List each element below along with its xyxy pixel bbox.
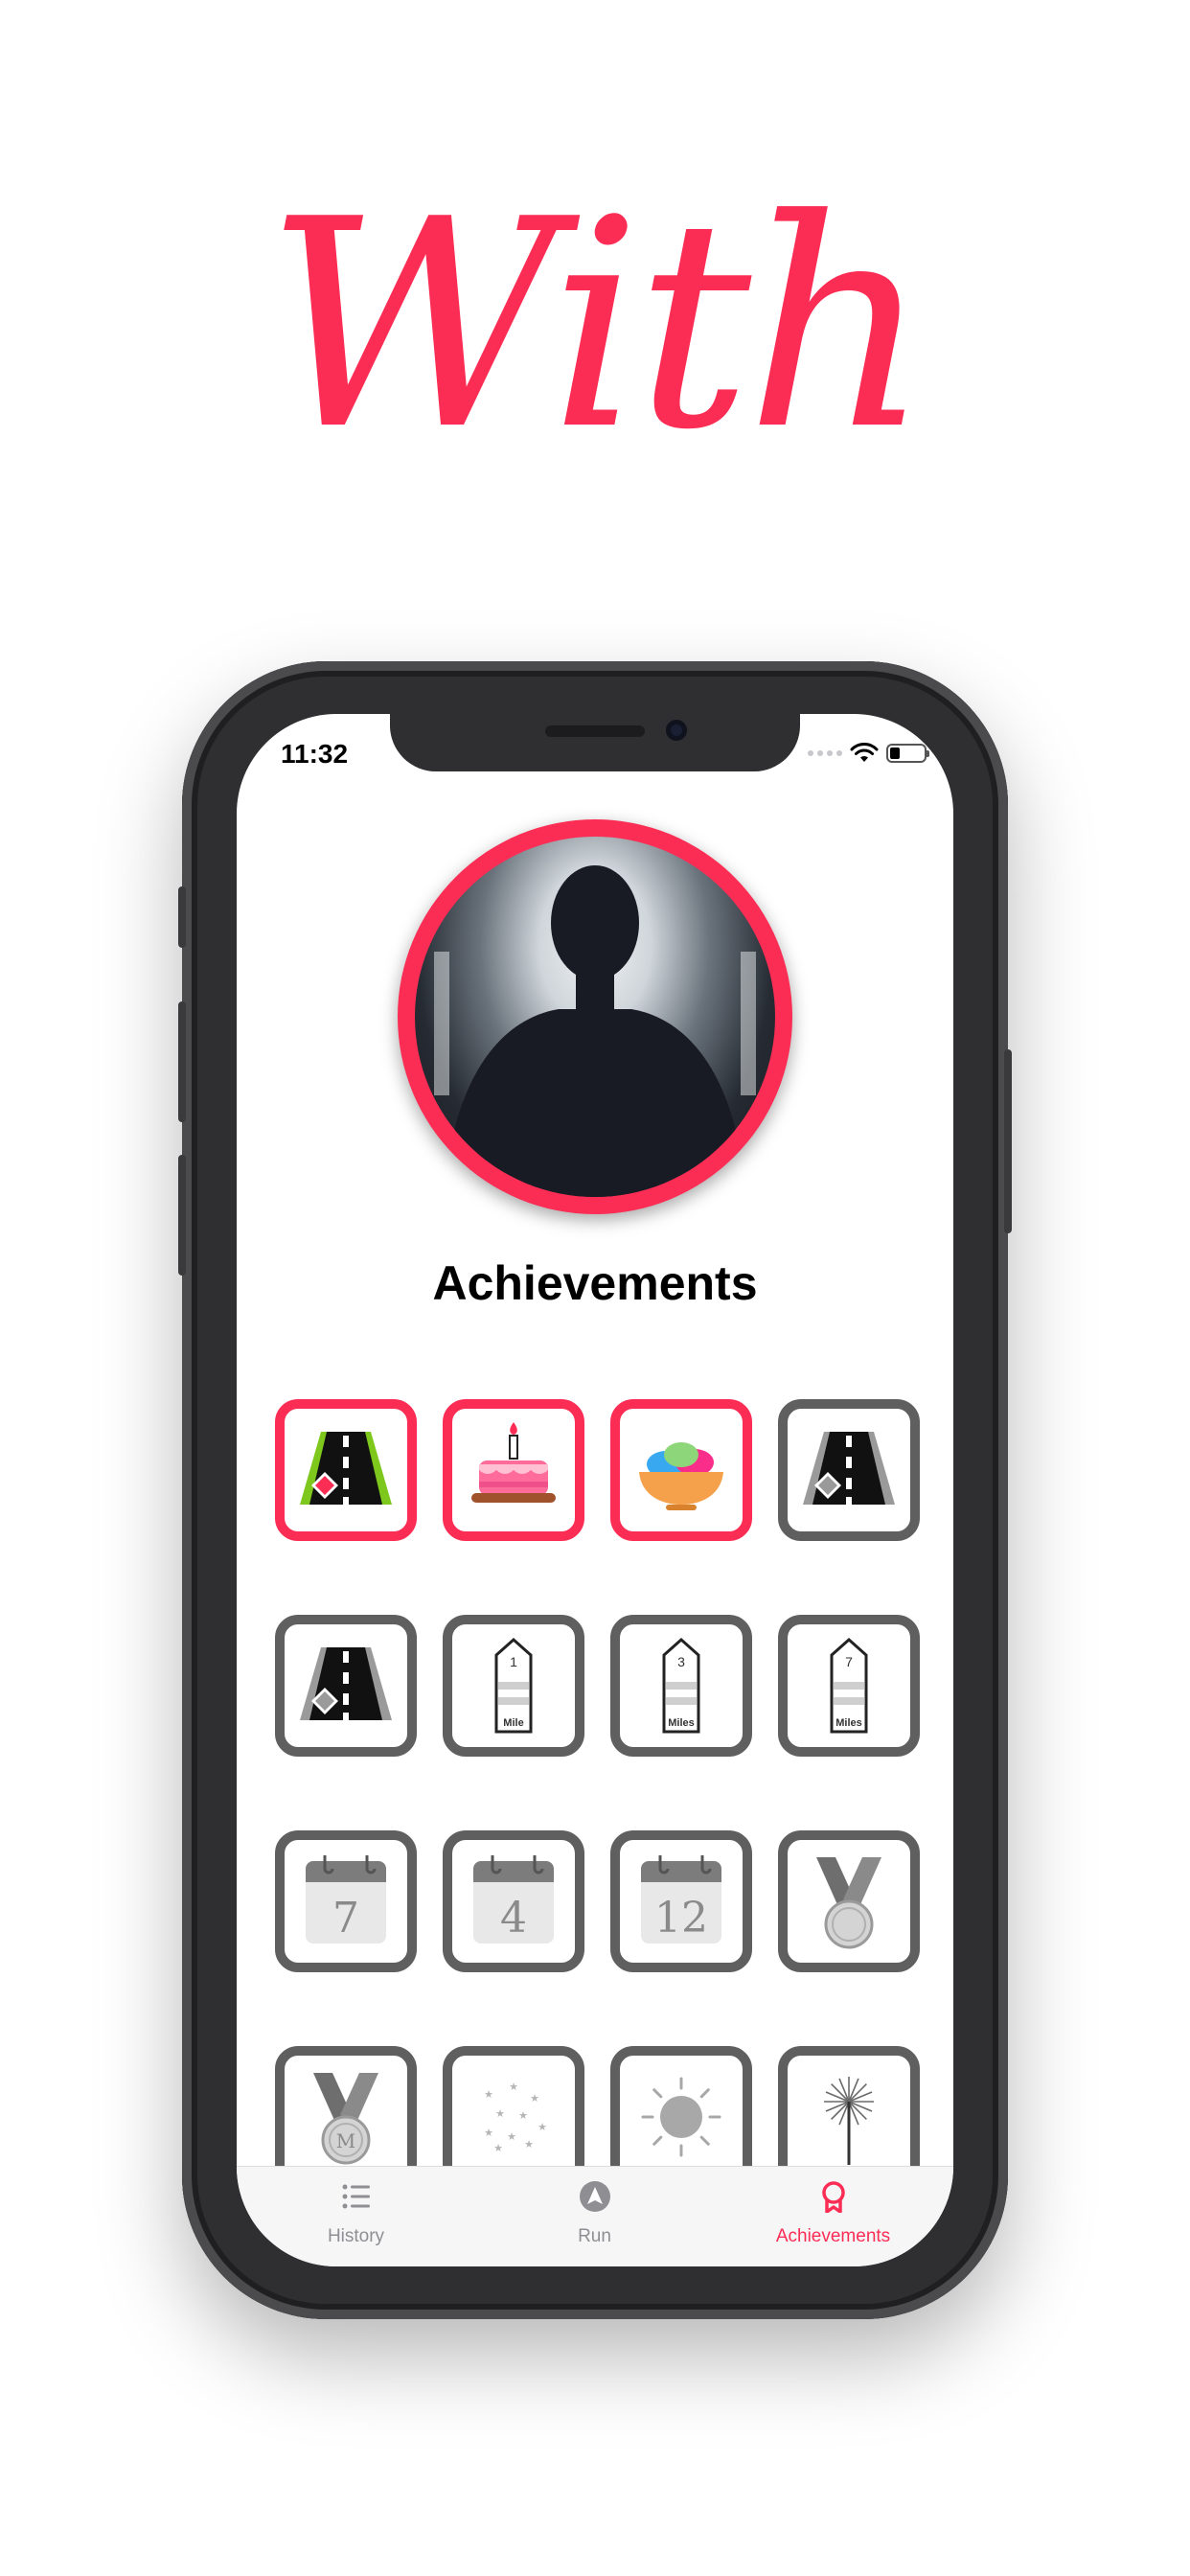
navigation-arrow-icon xyxy=(580,2181,610,2212)
svg-text:7: 7 xyxy=(332,1894,359,1943)
road-diamond-icon xyxy=(803,1432,895,1505)
list-icon xyxy=(342,2184,370,2209)
easter-eggs-bowl-badge[interactable] xyxy=(610,1399,752,1541)
svg-text:★: ★ xyxy=(484,2089,493,2101)
medal-icon: M xyxy=(313,2073,378,2165)
svg-text:M: M xyxy=(336,2129,355,2152)
phone-screen: 1 Mile 3 Miles 7 Miles 7 4 12 M ★ ★ ★ ★ … xyxy=(237,714,953,2266)
svg-text:1: 1 xyxy=(510,1654,517,1669)
mile-marker-icon: 3 Miles xyxy=(662,1637,700,1734)
tab-run[interactable]: Run xyxy=(475,2167,714,2266)
phone-notch xyxy=(390,714,800,771)
mile-marker-icon: 1 Mile xyxy=(494,1637,533,1734)
mile-marker-badge[interactable]: 1 Mile xyxy=(443,1615,584,1757)
svg-text:★: ★ xyxy=(493,2143,503,2154)
speaker-grille xyxy=(545,725,645,737)
road-diamond-badge[interactable] xyxy=(778,1399,920,1541)
road-diamond-badge[interactable] xyxy=(275,1399,417,1541)
tab-history-label: History xyxy=(327,2226,385,2246)
svg-text:★: ★ xyxy=(509,2082,518,2093)
calendar-badge[interactable]: 4 xyxy=(443,1830,584,1972)
tab-achievements-label: Achievements xyxy=(775,2226,891,2246)
phone-volume-up xyxy=(178,1001,186,1122)
easter-eggs-bowl-icon xyxy=(639,1442,723,1510)
sparkler-icon xyxy=(824,2077,874,2165)
svg-text:Mile: Mile xyxy=(503,1717,523,1729)
calendar-icon: 7 xyxy=(306,1855,386,1944)
mile-marker-icon: 7 Miles xyxy=(830,1637,868,1734)
svg-text:★: ★ xyxy=(484,2128,493,2139)
svg-text:★: ★ xyxy=(495,2108,505,2120)
birthday-cake-icon xyxy=(471,1422,556,1503)
svg-text:★: ★ xyxy=(524,2139,534,2150)
birthday-cake-badge[interactable] xyxy=(443,1399,584,1541)
svg-text:★: ★ xyxy=(538,2122,547,2133)
svg-text:12: 12 xyxy=(654,1894,708,1943)
sun-icon xyxy=(641,2077,721,2157)
front-camera xyxy=(666,720,687,741)
status-icons xyxy=(808,739,929,768)
svg-text:★: ★ xyxy=(530,2093,539,2104)
svg-text:4: 4 xyxy=(500,1894,527,1943)
tab-bar: History Run Achievements xyxy=(237,2166,953,2266)
tab-run-label: Run xyxy=(578,2226,611,2246)
battery-icon xyxy=(886,744,929,763)
road-diamond-icon xyxy=(300,1647,392,1720)
medal-icon xyxy=(816,1857,881,1949)
svg-text:7: 7 xyxy=(845,1654,853,1669)
road-diamond-icon xyxy=(300,1432,392,1505)
headline: With xyxy=(264,158,931,493)
wifi-icon xyxy=(850,743,879,762)
svg-text:Miles: Miles xyxy=(835,1717,862,1729)
stars-icon: ★★★★ ★★★ ★★★ xyxy=(484,2082,547,2154)
phone-volume-down xyxy=(178,1155,186,1276)
svg-text:Miles: Miles xyxy=(668,1717,695,1729)
calendar-icon: 4 xyxy=(473,1855,554,1944)
mile-marker-badge[interactable]: 3 Miles xyxy=(610,1615,752,1757)
mile-marker-badge[interactable]: 7 Miles xyxy=(778,1615,920,1757)
signal-icon xyxy=(808,750,842,756)
calendar-icon: 12 xyxy=(641,1855,721,1944)
medal-badge[interactable] xyxy=(778,1830,920,1972)
status-time: 11:32 xyxy=(281,739,349,769)
page-title: Achievements xyxy=(432,1256,758,1310)
tab-history[interactable]: History xyxy=(237,2167,475,2266)
silhouette-image xyxy=(434,865,756,1197)
calendar-badge[interactable]: 7 xyxy=(275,1830,417,1972)
phone-power-button xyxy=(1004,1049,1012,1233)
calendar-badge[interactable]: 12 xyxy=(610,1830,752,1972)
ribbon-award-icon xyxy=(822,2181,845,2213)
road-diamond-badge[interactable] xyxy=(275,1615,417,1757)
svg-text:★: ★ xyxy=(518,2110,528,2122)
profile-avatar[interactable] xyxy=(398,819,792,1214)
svg-text:★: ★ xyxy=(507,2131,516,2143)
svg-text:3: 3 xyxy=(677,1654,685,1669)
phone-mute-switch xyxy=(178,886,186,948)
avatar-photo xyxy=(415,837,775,1197)
tab-achievements[interactable]: Achievements xyxy=(714,2167,952,2266)
